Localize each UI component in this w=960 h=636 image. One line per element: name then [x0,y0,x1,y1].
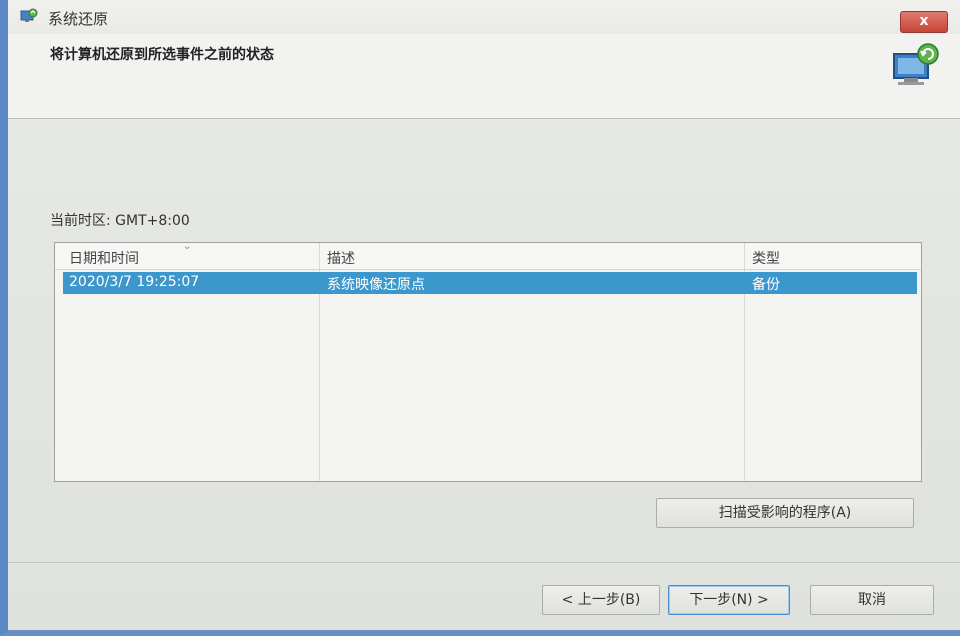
cell-datetime: 2020/3/7 19:25:07 [69,274,200,290]
close-icon: x [919,13,929,29]
system-restore-icon [20,8,38,24]
column-header-description[interactable]: 描述 [327,248,355,268]
next-button[interactable]: 下一步(N) > [668,585,790,615]
cell-type: 备份 [752,277,780,293]
chevron-down-icon: ⌄ [183,242,192,252]
wizard-header: 将计算机还原到所选事件之前的状态 [8,34,960,119]
restore-points-table[interactable]: 日期和时间 ⌄ 描述 类型 2020/3/7 19:25:07 系统映像还原点 … [54,242,922,482]
cancel-button[interactable]: 取消 [810,585,934,615]
close-button[interactable]: x [900,11,948,33]
scan-affected-programs-button[interactable]: 扫描受影响的程序(A) [656,498,914,528]
cell-description: 系统映像还原点 [327,277,425,293]
table-header: 日期和时间 ⌄ 描述 类型 [55,243,921,270]
system-restore-window: 系统还原 x 将计算机还原到所选事件之前的状态 当前时区: GMT+8:00 日… [0,0,960,636]
divider [8,562,960,563]
window-title: 系统还原 [48,10,109,28]
table-row[interactable]: 2020/3/7 19:25:07 系统映像还原点 备份 [63,272,917,294]
timezone-label: 当前时区: GMT+8:00 [50,213,190,229]
system-restore-monitor-icon [890,40,942,88]
title-bar[interactable]: 系统还原 x [8,0,960,34]
column-header-datetime[interactable]: 日期和时间 [69,248,139,268]
back-button[interactable]: < 上一步(B) [542,585,660,615]
page-title: 将计算机还原到所选事件之前的状态 [50,47,274,63]
column-header-type[interactable]: 类型 [752,248,780,268]
